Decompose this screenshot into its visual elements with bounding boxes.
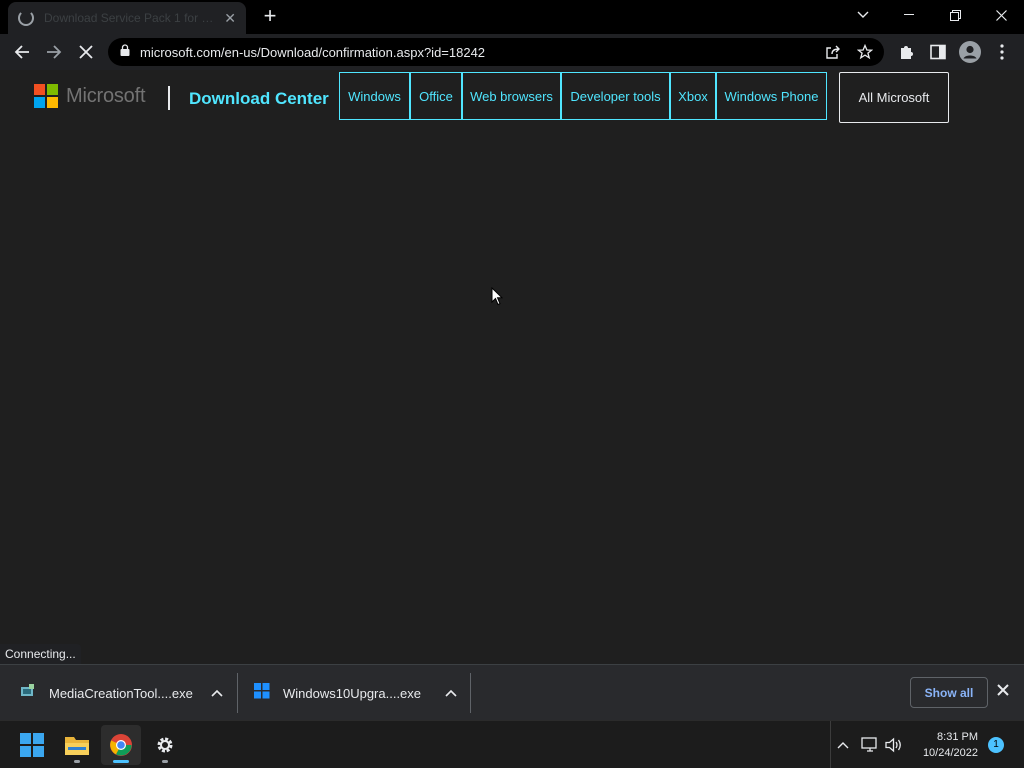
- back-button[interactable]: [10, 40, 34, 64]
- download-filename[interactable]: Windows10Upgra....exe: [283, 686, 421, 701]
- notification-badge[interactable]: 1: [988, 737, 1004, 753]
- lock-icon[interactable]: [120, 43, 130, 61]
- chrome-icon: [110, 734, 132, 756]
- volume-icon[interactable]: [884, 735, 904, 755]
- nav-web-browsers[interactable]: Web browsers: [462, 72, 561, 120]
- restore-button[interactable]: [932, 0, 978, 30]
- nav-windows-phone[interactable]: Windows Phone: [716, 72, 827, 120]
- close-shelf-icon[interactable]: [997, 683, 1009, 701]
- windows-upgrade-icon: [254, 682, 270, 704]
- nav-windows[interactable]: Windows: [339, 72, 410, 120]
- profile-avatar[interactable]: [958, 40, 982, 64]
- app-running-indicator: [162, 760, 168, 763]
- screen: Download Service Pack 1 for Windows 7 ✕ …: [0, 0, 1024, 768]
- close-window-button[interactable]: [978, 0, 1024, 30]
- chrome-app[interactable]: [101, 725, 141, 765]
- url-text[interactable]: microsoft.com/en-us/Download/confirmatio…: [140, 45, 485, 60]
- bookmark-star-icon[interactable]: [856, 43, 874, 61]
- chevron-up-icon[interactable]: [445, 686, 457, 700]
- address-bar[interactable]: microsoft.com/en-us/Download/confirmatio…: [108, 38, 884, 66]
- download-separator: [470, 673, 471, 713]
- status-bubble: Connecting...: [0, 644, 81, 664]
- windows-taskbar: 8:31 PM 10/24/2022 1: [0, 720, 1024, 768]
- nav-developer-tools[interactable]: Developer tools: [561, 72, 670, 120]
- download-center-link[interactable]: Download Center: [189, 89, 329, 109]
- download-shelf: MediaCreationTool....exe Windows10Upgra.…: [0, 664, 1024, 720]
- network-icon[interactable]: [860, 735, 880, 755]
- stop-loading-button[interactable]: [74, 40, 98, 64]
- loading-spinner-icon: [18, 10, 34, 26]
- side-panel-icon[interactable]: [926, 40, 950, 64]
- tab-search-chevron-icon[interactable]: [840, 0, 886, 30]
- all-microsoft-button[interactable]: All Microsoft: [839, 72, 949, 123]
- show-all-button[interactable]: Show all: [910, 677, 988, 708]
- page-content: Microsoft Download Center Windows Office…: [0, 70, 1024, 664]
- show-hidden-icons-button[interactable]: [830, 721, 854, 768]
- download-separator: [237, 673, 238, 713]
- header-divider: [168, 86, 170, 110]
- clock-time: 8:31 PM: [937, 731, 978, 743]
- microsoft-logo-icon: [34, 84, 58, 108]
- download-filename[interactable]: MediaCreationTool....exe: [49, 686, 193, 701]
- nav-xbox[interactable]: Xbox: [670, 72, 716, 120]
- new-tab-button[interactable]: +: [258, 4, 282, 28]
- share-icon[interactable]: [824, 43, 842, 61]
- download-item[interactable]: Windows10Upgra....exe: [254, 665, 459, 721]
- browser-toolbar: microsoft.com/en-us/Download/confirmatio…: [0, 34, 1024, 70]
- more-menu-icon[interactable]: [990, 40, 1014, 64]
- nav-office[interactable]: Office: [410, 72, 462, 120]
- tab-strip: Download Service Pack 1 for Windows 7 ✕ …: [0, 0, 1024, 34]
- system-clock[interactable]: 8:31 PM 10/24/2022: [912, 729, 978, 761]
- settings-app[interactable]: [145, 725, 185, 765]
- start-button[interactable]: [12, 725, 52, 765]
- mouse-cursor-icon: [491, 287, 503, 306]
- microsoft-logo[interactable]: Microsoft: [34, 84, 146, 108]
- chevron-up-icon[interactable]: [211, 686, 223, 700]
- browser-tab[interactable]: Download Service Pack 1 for Windows 7 ✕: [8, 2, 246, 34]
- close-tab-icon[interactable]: ✕: [224, 10, 236, 27]
- download-item[interactable]: MediaCreationTool....exe: [20, 665, 230, 721]
- minimize-button[interactable]: [886, 0, 932, 30]
- extensions-icon[interactable]: [894, 40, 918, 64]
- media-creation-tool-icon: [20, 683, 36, 704]
- microsoft-logo-text: Microsoft: [66, 84, 146, 107]
- tab-title: Download Service Pack 1 for Windows 7: [44, 11, 218, 25]
- folder-icon: [65, 737, 89, 755]
- windows-start-icon: [20, 733, 44, 757]
- forward-button[interactable]: [42, 40, 66, 64]
- file-explorer-app[interactable]: [57, 725, 97, 765]
- gear-icon: [157, 737, 173, 753]
- app-active-indicator: [113, 760, 129, 763]
- app-running-indicator: [74, 760, 80, 763]
- clock-date: 10/24/2022: [922, 747, 978, 759]
